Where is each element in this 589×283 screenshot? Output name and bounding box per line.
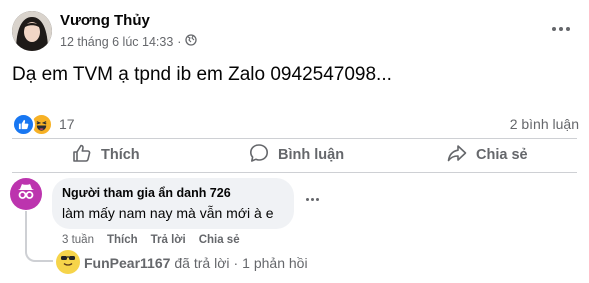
meta-separator: ·: [177, 34, 182, 49]
sunglasses-face-icon: [58, 250, 78, 275]
comment-share-button[interactable]: Chia sẻ: [199, 234, 240, 246]
more-dot-icon: [559, 27, 563, 31]
reaction-count[interactable]: 17: [59, 116, 75, 132]
post-text: Dạ em TVM ạ tpnd ib em Zalo 0942547098..…: [12, 64, 392, 85]
author-avatar[interactable]: [12, 11, 52, 51]
comment-actions: 3 tuần Thích Trả lời Chia sẻ: [62, 234, 240, 246]
thumbs-up-icon: [72, 143, 92, 167]
post-options-button[interactable]: [547, 15, 575, 43]
more-dot-icon: [552, 27, 556, 31]
reply-separator: ·: [233, 255, 239, 271]
more-dot-icon: [566, 27, 570, 31]
comment-button[interactable]: Bình luận: [249, 141, 344, 169]
share-icon: [447, 143, 467, 167]
divider: [12, 138, 577, 139]
comment-text: làm mấy nam nay mà vẫn mới à e: [62, 205, 274, 221]
reply-action-text: đã trả lời: [174, 255, 230, 271]
like-icon: [12, 112, 35, 136]
thread-connector: [25, 211, 53, 262]
reply-count: 1 phản hồi: [242, 255, 308, 271]
spy-icon: [15, 181, 37, 208]
comment-time[interactable]: 3 tuần: [62, 234, 94, 246]
reply-summary-link[interactable]: FunPear1167 đã trả lời · 1 phản hồi: [84, 255, 308, 271]
reaction-summary[interactable]: 17: [12, 112, 75, 136]
like-label: Thích: [101, 147, 140, 163]
more-dot-icon: [311, 198, 314, 201]
comment-label: Bình luận: [278, 147, 345, 163]
share-button[interactable]: Chia sẻ: [447, 141, 528, 169]
more-dot-icon: [306, 198, 309, 201]
divider: [12, 172, 577, 173]
comment-reply-button[interactable]: Trả lời: [151, 234, 186, 246]
comment-options-button[interactable]: [306, 198, 319, 201]
post-meta: 12 tháng 6 lúc 14:33 ·: [60, 34, 198, 49]
share-label: Chia sẻ: [476, 147, 528, 163]
globe-icon: [185, 34, 198, 49]
comment-like-button[interactable]: Thích: [107, 234, 138, 246]
more-dot-icon: [316, 198, 319, 201]
like-button[interactable]: Thích: [72, 141, 140, 169]
comment-count[interactable]: 2 bình luận: [510, 116, 579, 132]
comment-icon: [249, 143, 269, 167]
post-author-name[interactable]: Vương Thủy: [60, 12, 150, 29]
post-timestamp[interactable]: 12 tháng 6 lúc 14:33: [60, 35, 173, 49]
reply-author-name: FunPear1167: [84, 255, 171, 271]
comment-author-name[interactable]: Người tham gia ẩn danh 726: [62, 186, 231, 200]
reply-author-avatar[interactable]: [56, 250, 80, 274]
anonymous-avatar[interactable]: [10, 178, 42, 210]
